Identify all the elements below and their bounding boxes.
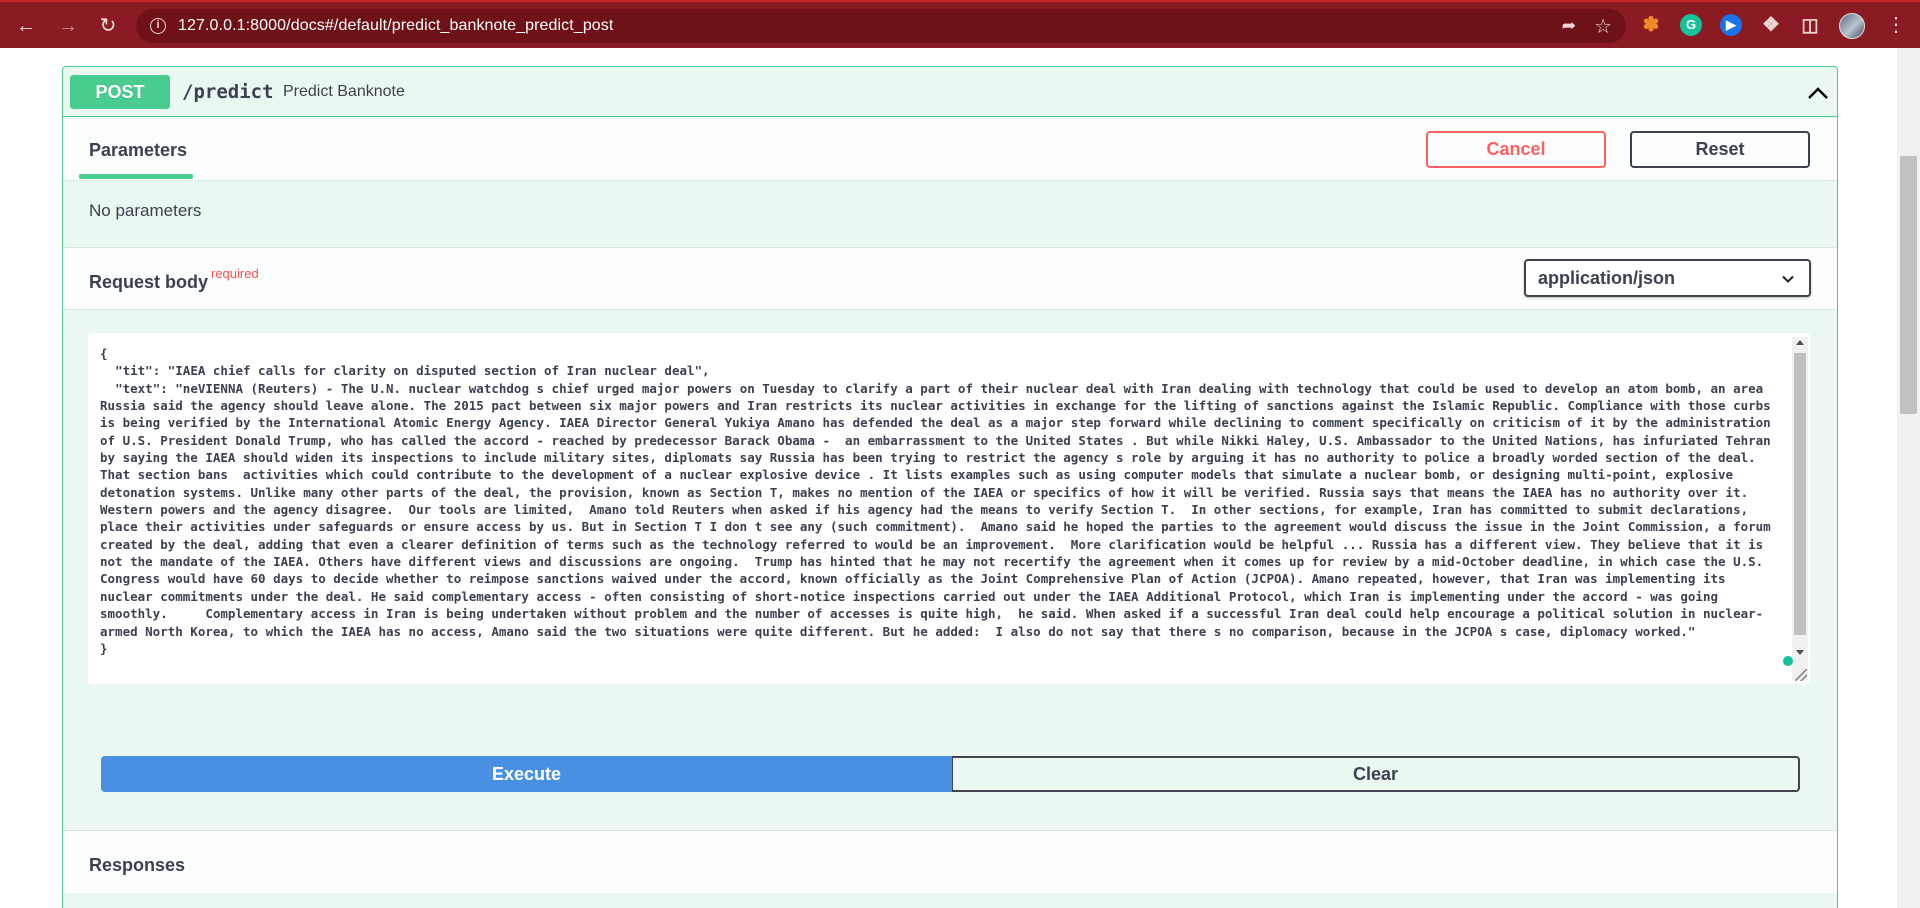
cancel-button[interactable]: Cancel xyxy=(1426,131,1606,168)
parameters-header: Parameters Cancel Reset xyxy=(63,118,1837,181)
responses-title: Responses xyxy=(89,855,186,875)
screen-recorder-extension-icon[interactable]: ▶ xyxy=(1720,14,1742,36)
content-type-value: application/json xyxy=(1538,268,1676,288)
editor-scrollbar-thumb[interactable] xyxy=(1794,353,1806,635)
reset-button[interactable]: Reset xyxy=(1630,131,1810,168)
editor-scrollbar[interactable] xyxy=(1792,337,1808,680)
request-body-editor[interactable]: { "tit": "IAEA chief calls for clarity o… xyxy=(88,333,1810,684)
operation-path: /predict xyxy=(182,81,274,103)
grammarly-status-icon[interactable] xyxy=(1783,656,1793,666)
browser-toolbar: ← → ↻ i 127.0.0.1:8000/docs#/default/pre… xyxy=(0,0,1920,48)
site-info-icon[interactable]: i xyxy=(150,18,166,34)
profile-avatar[interactable] xyxy=(1839,13,1865,39)
chevron-up-icon[interactable] xyxy=(1805,80,1831,106)
back-arrow-icon[interactable]: ← xyxy=(12,12,40,40)
content-type-select[interactable]: application/json xyxy=(1524,259,1811,297)
grammarly-extension-icon[interactable]: G xyxy=(1680,14,1702,36)
request-body-title: Request body xyxy=(89,272,209,292)
operation-summary[interactable]: POST /predict Predict Banknote xyxy=(63,67,1837,117)
scroll-down-arrow-icon[interactable] xyxy=(1796,650,1804,655)
page-scrollbar-thumb[interactable] xyxy=(1900,156,1917,414)
tab-active-indicator xyxy=(79,174,193,179)
reload-icon[interactable]: ↻ xyxy=(94,12,122,40)
clear-button[interactable]: Clear xyxy=(952,756,1800,792)
extension-flame-icon[interactable]: ✽ xyxy=(1640,14,1662,36)
execute-button[interactable]: Execute xyxy=(101,756,952,792)
address-bar[interactable]: i 127.0.0.1:8000/docs#/default/predict_b… xyxy=(136,9,1626,43)
bookmark-star-icon[interactable]: ☆ xyxy=(1594,14,1612,39)
responses-header: Responses xyxy=(63,830,1837,893)
http-method-badge: POST xyxy=(70,75,170,109)
side-panel-icon[interactable]: ◫ xyxy=(1799,14,1821,36)
resize-handle-icon[interactable] xyxy=(1795,669,1807,681)
page-scrollbar[interactable] xyxy=(1897,48,1920,908)
no-parameters-text: No parameters xyxy=(89,201,202,220)
required-marker: required xyxy=(211,266,259,281)
request-body-textarea[interactable]: { "tit": "IAEA chief calls for clarity o… xyxy=(100,345,1785,677)
browser-menu-icon[interactable]: ⋮ xyxy=(1886,12,1906,37)
extensions-puzzle-icon[interactable]: ❖ xyxy=(1760,14,1782,36)
chevron-down-icon xyxy=(1782,275,1794,283)
address-bar-url[interactable]: 127.0.0.1:8000/docs#/default/predict_ban… xyxy=(178,9,613,43)
share-icon[interactable]: ➦ xyxy=(1562,16,1576,36)
operation-summary-text: Predict Banknote xyxy=(283,83,405,100)
forward-arrow-icon[interactable]: → xyxy=(54,12,82,40)
scroll-up-arrow-icon[interactable] xyxy=(1796,340,1804,345)
tab-parameters[interactable]: Parameters xyxy=(89,140,187,161)
operation-block: POST /predict Predict Banknote Parameter… xyxy=(62,66,1838,908)
request-body-header: Request body required application/json xyxy=(63,247,1837,310)
